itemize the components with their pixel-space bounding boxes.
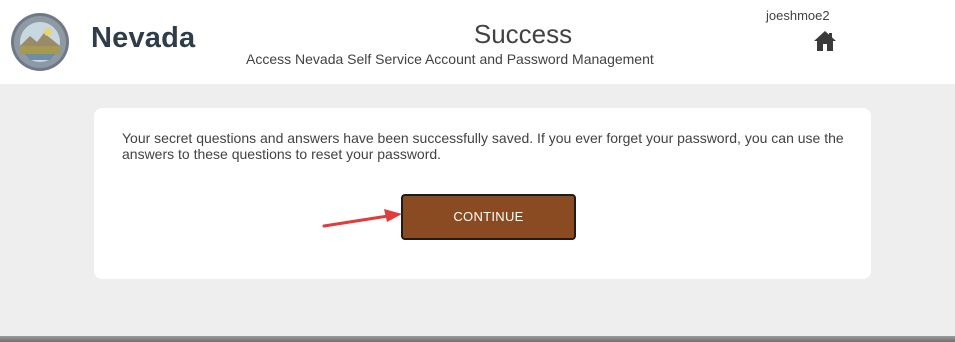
header: Nevada Success Access Nevada Self Servic… <box>0 0 955 84</box>
red-arrow-annotation <box>322 209 402 228</box>
success-message: Your secret questions and answers have b… <box>122 130 844 162</box>
state-name: Nevada <box>91 22 196 54</box>
home-icon[interactable] <box>813 30 837 52</box>
bottom-bar <box>0 336 955 342</box>
continue-button[interactable]: CONTINUE <box>401 194 576 240</box>
main-content: Your secret questions and answers have b… <box>0 84 955 336</box>
page-subtitle: Access Nevada Self Service Account and P… <box>246 51 654 67</box>
username-label: joeshmoe2 <box>766 8 830 23</box>
nevada-seal-logo <box>11 13 69 71</box>
page-title: Success <box>473 19 573 49</box>
success-card: Your secret questions and answers have b… <box>94 108 871 279</box>
